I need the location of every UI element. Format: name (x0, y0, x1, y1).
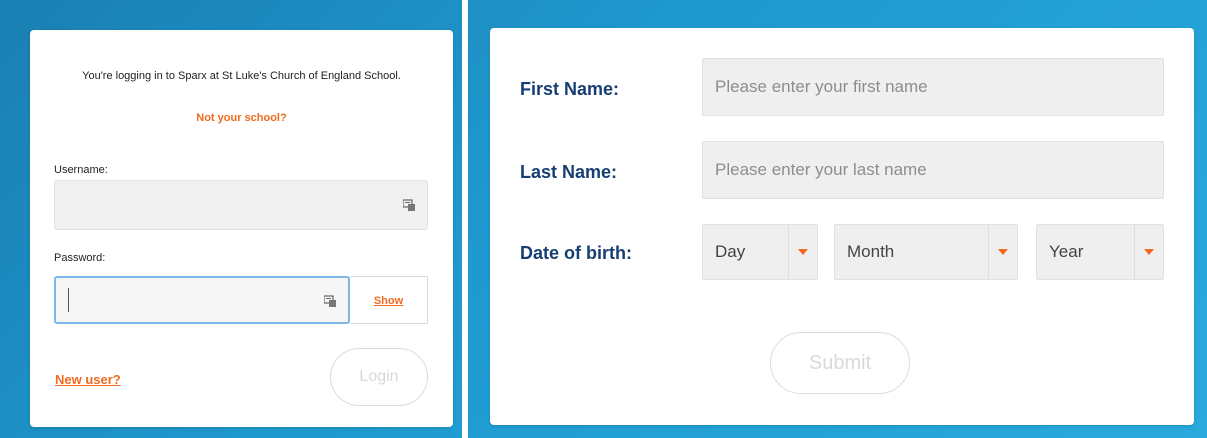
last-name-label: Last Name: (520, 162, 618, 182)
year-select[interactable]: Year (1036, 224, 1164, 280)
login-intro-text: You're logging in to Sparx at St Luke's … (82, 70, 401, 82)
first-name-label: First Name: (520, 79, 620, 99)
login-card: You're logging in to Sparx at St Luke's … (30, 30, 453, 427)
year-value: Year (1049, 242, 1084, 261)
password-label: Password: (54, 252, 106, 264)
login-button[interactable]: Login (330, 348, 428, 406)
dob-label: Date of birth: (520, 243, 632, 263)
caret-down-icon (998, 249, 1008, 255)
month-value: Month (847, 242, 895, 261)
not-your-school-link[interactable]: Not your school? (30, 112, 453, 124)
registration-card: First Name: Please enter your first name… (490, 28, 1194, 425)
text-cursor (68, 288, 69, 312)
last-name-input[interactable]: Please enter your last name (702, 141, 1164, 199)
key-icon[interactable] (324, 295, 336, 307)
key-icon[interactable] (403, 199, 415, 211)
panel-divider (462, 0, 468, 438)
day-value: Day (715, 242, 746, 261)
first-name-input[interactable]: Please enter your first name (702, 58, 1164, 116)
month-select[interactable]: Month (834, 224, 1018, 280)
password-input[interactable] (54, 276, 350, 324)
show-password-button[interactable]: Show (350, 276, 428, 324)
username-label: Username: (54, 164, 108, 176)
caret-down-icon (798, 249, 808, 255)
submit-button[interactable]: Submit (770, 332, 910, 394)
new-user-link[interactable]: New user? (55, 372, 121, 387)
day-select[interactable]: Day (702, 224, 818, 280)
caret-down-icon (1144, 249, 1154, 255)
username-input[interactable] (54, 180, 428, 230)
